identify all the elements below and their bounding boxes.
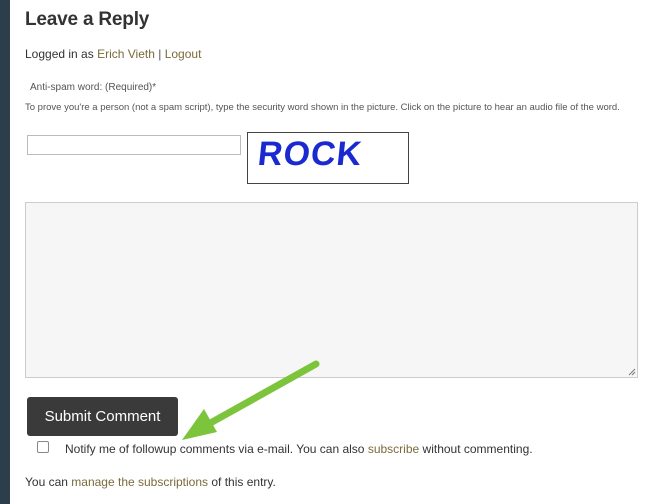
captcha-input[interactable] — [27, 135, 241, 155]
logout-link[interactable]: Logout — [165, 47, 202, 61]
footer-suffix: of this entry. — [211, 475, 276, 489]
comment-textarea[interactable] — [25, 202, 638, 378]
resize-grip-icon[interactable] — [628, 368, 636, 376]
user-name-link[interactable]: Erich Vieth — [97, 47, 155, 61]
submit-comment-button[interactable]: Submit Comment — [27, 397, 178, 436]
subscription-footer: You can manage the subscriptions of this… — [25, 475, 276, 489]
notify-text: Notify me of followup comments via e-mai… — [65, 442, 533, 456]
required-mark: * — [152, 82, 157, 93]
reply-title: Leave a Reply — [25, 9, 150, 30]
notify-checkbox[interactable] — [37, 441, 49, 453]
antispam-label: Anti-spam word: (Required)* — [30, 82, 156, 93]
antispam-label-text: Anti-spam word: (Required) — [30, 82, 153, 93]
logged-in-prefix: Logged in as — [25, 47, 94, 61]
logged-in-line: Logged in as Erich Vieth | Logout — [25, 47, 201, 61]
captcha-word: ROCK — [256, 135, 365, 173]
antispam-instructions: To prove you're a person (not a spam scr… — [25, 102, 620, 113]
captcha-image[interactable]: ROCK — [247, 132, 409, 184]
footer-prefix: You can — [25, 475, 68, 489]
subscribe-link[interactable]: subscribe — [368, 442, 419, 456]
manage-subscriptions-link[interactable]: manage the subscriptions — [71, 475, 208, 489]
notify-text-before: Notify me of followup comments via e-mai… — [65, 442, 365, 456]
separator: | — [158, 47, 162, 61]
notify-text-after: without commenting. — [422, 442, 533, 456]
page-left-edge — [0, 0, 10, 504]
